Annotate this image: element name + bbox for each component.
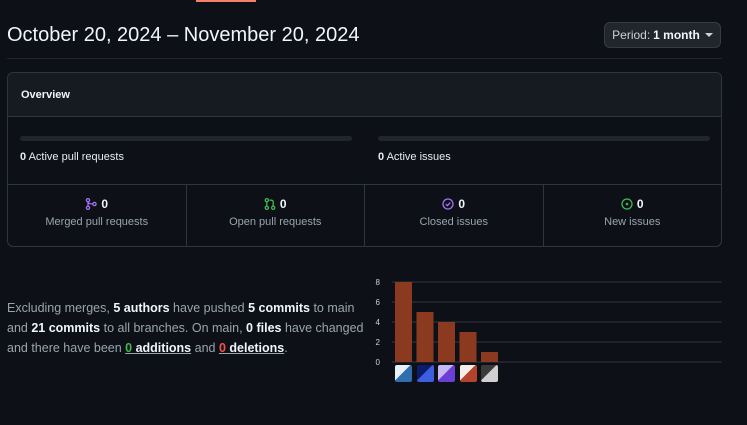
contributor-avatar[interactable] <box>459 365 477 382</box>
new-issues-count: 0 <box>636 197 644 211</box>
contributor-avatar[interactable] <box>416 365 434 382</box>
new-issues-label: New issues <box>604 216 661 228</box>
open-prs-label: Open pull requests <box>229 216 322 228</box>
issue-closed-icon <box>442 198 455 210</box>
contributor-avatar[interactable] <box>481 365 498 382</box>
period-dropdown-button[interactable]: Period: 1 month <box>604 22 721 48</box>
open-prs-count: 0 <box>279 197 287 211</box>
active-issues-label: Active issues <box>386 151 451 163</box>
commit-bar[interactable] <box>438 322 455 362</box>
period-label: Period: <box>612 28 651 42</box>
commit-bar[interactable] <box>459 332 477 362</box>
y-tick-label: 0 <box>376 358 381 367</box>
overview-counts-row: 0 Merged pull requests 0 Open pull reque… <box>8 185 722 246</box>
closed-issues-label: Closed issues <box>419 216 488 228</box>
closed-issues-cell[interactable]: 0 Closed issues <box>365 185 544 246</box>
authors-count-link[interactable]: 5 authors <box>113 301 169 315</box>
summary-text-7: . <box>284 341 288 355</box>
merged-prs-count: 0 <box>101 197 109 211</box>
commit-bar[interactable] <box>416 312 434 362</box>
closed-issues-count: 0 <box>458 197 466 211</box>
caret-down-icon <box>704 33 713 37</box>
header-divider <box>7 58 722 59</box>
active-prs-stat[interactable]: 0 Active pull requests <box>20 151 124 163</box>
summary-text-4: to all branches. On main, <box>100 321 247 335</box>
pulse-header: October 20, 2024 – November 20, 2024 Per… <box>0 0 747 58</box>
overview-activity-row: 0 Active pull requests 0 Active issues <box>8 117 721 185</box>
active-prs-label: Active pull requests <box>28 151 124 163</box>
y-tick-label: 2 <box>376 338 381 347</box>
period-value: 1 month <box>653 28 700 42</box>
y-tick-label: 8 <box>376 278 381 287</box>
files-changed-count: 0 files <box>246 321 282 335</box>
additions-label: additions <box>132 341 192 355</box>
deletions-label: deletions <box>225 341 285 355</box>
all-branch-commits-link[interactable]: 21 commits <box>31 321 100 335</box>
issue-opened-icon <box>621 198 633 210</box>
summary-text-2: have pushed <box>169 301 249 315</box>
additions-link[interactable]: 0 additions <box>125 341 191 355</box>
merge-icon <box>86 198 98 210</box>
active-issues-stat[interactable]: 0 Active issues <box>378 151 451 163</box>
date-range-title: October 20, 2024 – November 20, 2024 <box>7 24 360 46</box>
active-prs-count: 0 <box>20 151 27 163</box>
overview-panel: Overview 0 Active pull requests 0 Active… <box>7 72 722 247</box>
commit-bar[interactable] <box>481 352 498 362</box>
deletions-link[interactable]: 0 deletions <box>219 341 284 355</box>
new-issues-cell[interactable]: 0 New issues <box>544 185 722 246</box>
open-prs-cell[interactable]: 0 Open pull requests <box>187 185 365 246</box>
pull-request-icon <box>264 198 276 210</box>
summary-text-6: and <box>191 341 219 355</box>
summary-text-1: Excluding merges, <box>7 301 114 315</box>
active-issues-count: 0 <box>378 151 385 163</box>
commit-bar[interactable] <box>395 282 412 362</box>
deletions-count: 0 <box>218 341 226 355</box>
contributors-chart: 0 2 4 6 8 <box>370 275 725 390</box>
merged-prs-cell[interactable]: 0 Merged pull requests <box>8 185 187 246</box>
commit-summary-text: Excluding merges, 5 authors have pushed … <box>7 298 367 358</box>
y-tick-label: 6 <box>376 298 381 307</box>
main-commits-link[interactable]: 5 commits <box>248 301 310 315</box>
contributors-bar-chart: 0 2 4 6 8 <box>376 278 722 367</box>
y-tick-label: 4 <box>376 318 381 327</box>
contributor-avatar[interactable] <box>438 365 455 382</box>
overview-title: Overview <box>8 73 721 117</box>
contributor-avatar[interactable] <box>395 365 412 382</box>
active-issues-progress-bar <box>378 136 710 141</box>
merged-prs-label: Merged pull requests <box>45 216 149 228</box>
active-prs-progress-bar <box>20 136 352 141</box>
